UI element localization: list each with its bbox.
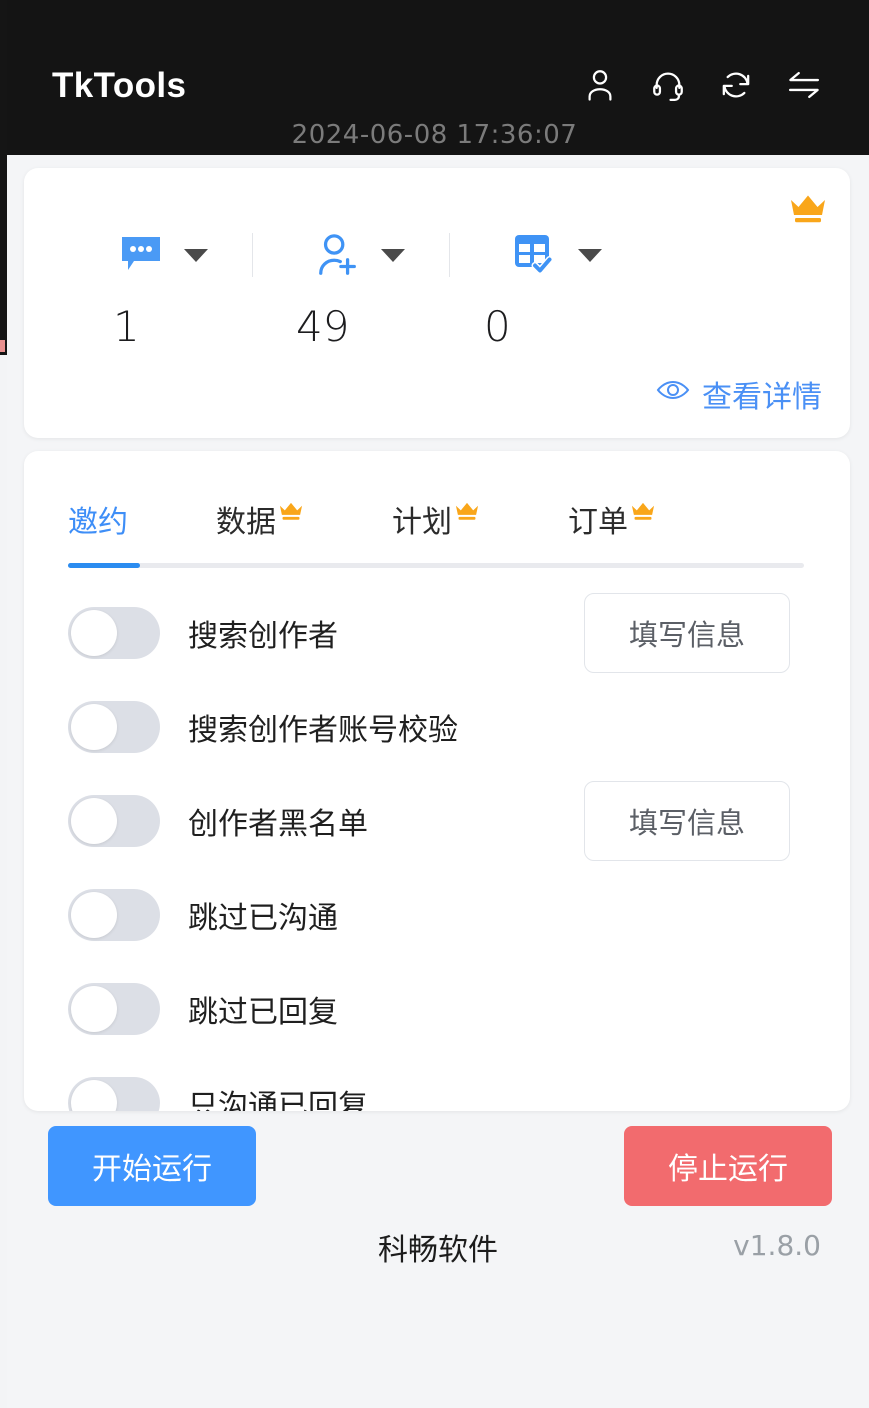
- table-check-icon: [512, 232, 558, 278]
- stop-run-button[interactable]: 停止运行: [624, 1126, 832, 1206]
- add-user-icon: [315, 232, 361, 278]
- stat-group-tasks: [512, 232, 602, 278]
- toggle-knob: [71, 986, 117, 1032]
- fill-info-button-search-creator[interactable]: 填写信息: [584, 593, 790, 673]
- tab-indicator-active: [68, 563, 140, 568]
- toggle-knob: [71, 798, 117, 844]
- crown-icon-tab-order: [630, 498, 656, 520]
- toggle-blacklist[interactable]: [68, 795, 160, 847]
- tab-invite[interactable]: 邀约: [68, 508, 128, 538]
- background-window-edge: [0, 0, 7, 355]
- setting-row-blacklist: 创作者黑名单 填写信息: [24, 774, 850, 868]
- settings-list[interactable]: 搜索创作者 填写信息 搜索创作者账号校验 创作者黑名单 填写信息 跳过已沟通 跳…: [24, 586, 850, 1111]
- tab-bar: 邀约 数据 计划 订单: [24, 487, 850, 559]
- toggle-skip-contacted[interactable]: [68, 889, 160, 941]
- chevron-down-icon-creators[interactable]: [381, 248, 405, 262]
- stat-group-creators: [315, 232, 405, 278]
- switch-icon[interactable]: [783, 64, 825, 106]
- title-bar-row: TkTools: [0, 50, 869, 120]
- tab-plan[interactable]: 计划: [392, 502, 480, 539]
- stat-group-messages: [118, 232, 208, 278]
- setting-label-account-verify: 搜索创作者账号校验: [188, 714, 458, 747]
- fill-info-button-blacklist[interactable]: 填写信息: [584, 781, 790, 861]
- app-title: TkTools: [52, 65, 187, 105]
- stats-divider-2: [449, 233, 450, 277]
- chevron-down-icon-messages[interactable]: [184, 248, 208, 262]
- message-bubble-icon: [118, 232, 164, 278]
- background-window-accent: [0, 340, 5, 352]
- tab-order[interactable]: 订单: [568, 502, 656, 539]
- stat-value-messages: 1: [113, 302, 140, 351]
- setting-label-only-replied: 只沟通已回复: [188, 1090, 368, 1111]
- setting-row-search-creator: 搜索创作者 填写信息: [24, 586, 850, 680]
- tab-data[interactable]: 数据: [216, 502, 304, 539]
- view-details-label: 查看详情: [702, 381, 822, 414]
- tab-data-label: 数据: [216, 506, 276, 539]
- toggle-only-replied[interactable]: [68, 1077, 160, 1111]
- title-bar: TkTools 2024-06-08 17:36:07: [0, 0, 869, 155]
- setting-label-blacklist: 创作者黑名单: [188, 808, 368, 841]
- tab-plan-label: 计划: [392, 506, 452, 539]
- setting-label-search-creator: 搜索创作者: [188, 620, 338, 653]
- tab-invite-label: 邀约: [68, 506, 128, 539]
- tab-order-label: 订单: [568, 506, 628, 539]
- stats-icon-row: [24, 220, 850, 290]
- footer-meta: 科畅软件 v1.8.0: [7, 1225, 869, 1285]
- toggle-knob: [71, 704, 117, 750]
- toggle-knob: [71, 1080, 117, 1111]
- toggle-knob: [71, 610, 117, 656]
- headset-icon[interactable]: [647, 64, 689, 106]
- footer-actions: 开始运行 停止运行: [7, 1120, 869, 1220]
- eye-icon: [656, 377, 690, 411]
- stat-value-creators: 49: [296, 302, 350, 351]
- setting-row-skip-replied: 跳过已回复: [24, 962, 850, 1056]
- page-body: 1 49 0 查看详情 邀约 数据 计划 订单 搜索创作者 填写信息 搜索创作者…: [7, 155, 869, 1408]
- setting-row-account-verify: 搜索创作者账号校验: [24, 680, 850, 774]
- stats-divider-1: [252, 233, 253, 277]
- setting-label-skip-contacted: 跳过已沟通: [188, 902, 338, 935]
- main-panel: 邀约 数据 计划 订单 搜索创作者 填写信息 搜索创作者账号校验 创作者黑名单 …: [24, 451, 850, 1111]
- chevron-down-icon-tasks[interactable]: [578, 248, 602, 262]
- toggle-account-verify[interactable]: [68, 701, 160, 753]
- toggle-skip-replied[interactable]: [68, 983, 160, 1035]
- toggle-knob: [71, 892, 117, 938]
- stats-card: 1 49 0 查看详情: [24, 168, 850, 438]
- title-bar-icon-group: [579, 64, 825, 106]
- tab-indicator-track: [68, 563, 804, 568]
- setting-row-skip-contacted: 跳过已沟通: [24, 868, 850, 962]
- version-label: v1.8.0: [733, 1229, 821, 1262]
- toggle-search-creator[interactable]: [68, 607, 160, 659]
- app-window: TkTools 2024-06-08 17:36:07 1 49 0 查看详情 …: [0, 0, 869, 1408]
- start-run-button[interactable]: 开始运行: [48, 1126, 256, 1206]
- setting-row-only-replied: 只沟通已回复: [24, 1056, 850, 1111]
- timestamp: 2024-06-08 17:36:07: [291, 120, 578, 150]
- stats-value-row: 1 49 0: [24, 306, 850, 364]
- stat-value-tasks: 0: [484, 302, 511, 351]
- refresh-icon[interactable]: [715, 64, 757, 106]
- user-icon[interactable]: [579, 64, 621, 106]
- crown-icon-tab-plan: [454, 498, 480, 520]
- crown-icon-tab-data: [278, 498, 304, 520]
- setting-label-skip-replied: 跳过已回复: [188, 996, 338, 1029]
- view-details-link[interactable]: 查看详情: [656, 372, 822, 416]
